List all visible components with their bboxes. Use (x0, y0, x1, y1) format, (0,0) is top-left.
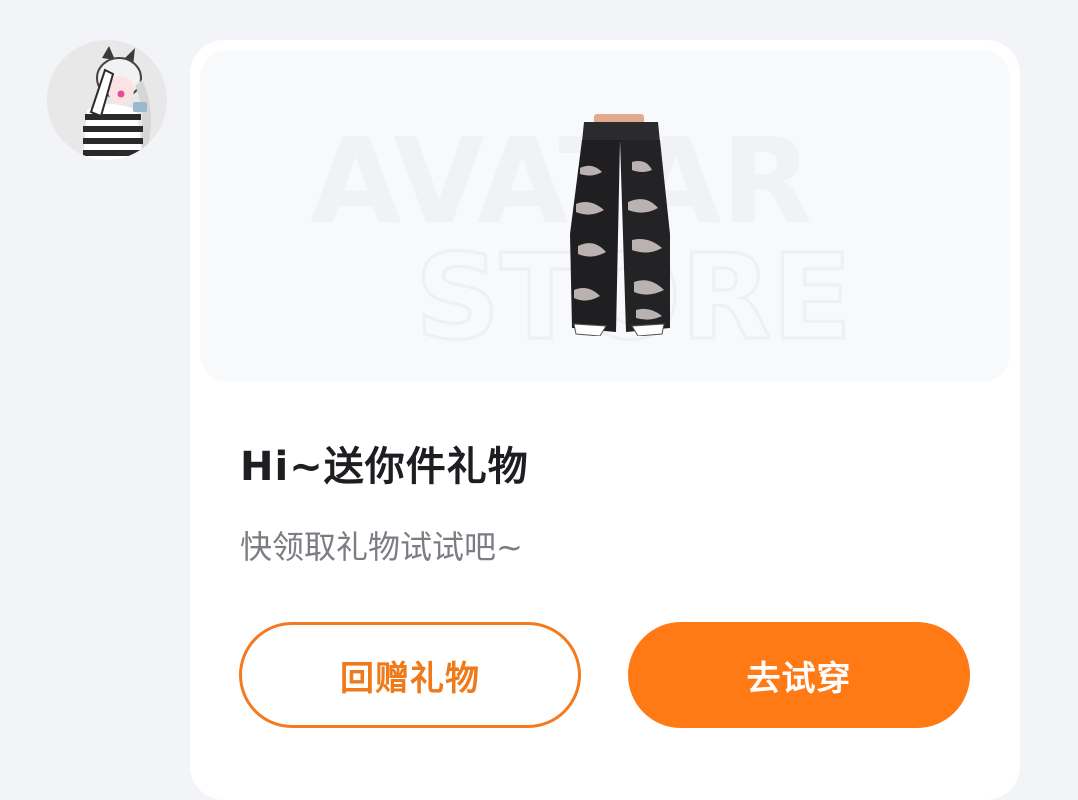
try-on-label: 去试穿 (746, 658, 852, 699)
return-gift-button[interactable]: 回赠礼物 (239, 622, 581, 728)
ripped-jeans-icon (570, 114, 670, 336)
gift-title: Hi~送你件礼物 (240, 444, 529, 490)
gift-subtitle: 快领取礼物试试吧~ (240, 528, 523, 566)
avatar-icon (47, 40, 167, 160)
try-on-button[interactable]: 去试穿 (628, 622, 970, 728)
gift-card: AVATAR STORE (190, 40, 1020, 800)
return-gift-label: 回赠礼物 (340, 658, 480, 699)
gift-preview[interactable]: AVATAR STORE (200, 50, 1010, 382)
sender-avatar[interactable] (47, 40, 167, 160)
